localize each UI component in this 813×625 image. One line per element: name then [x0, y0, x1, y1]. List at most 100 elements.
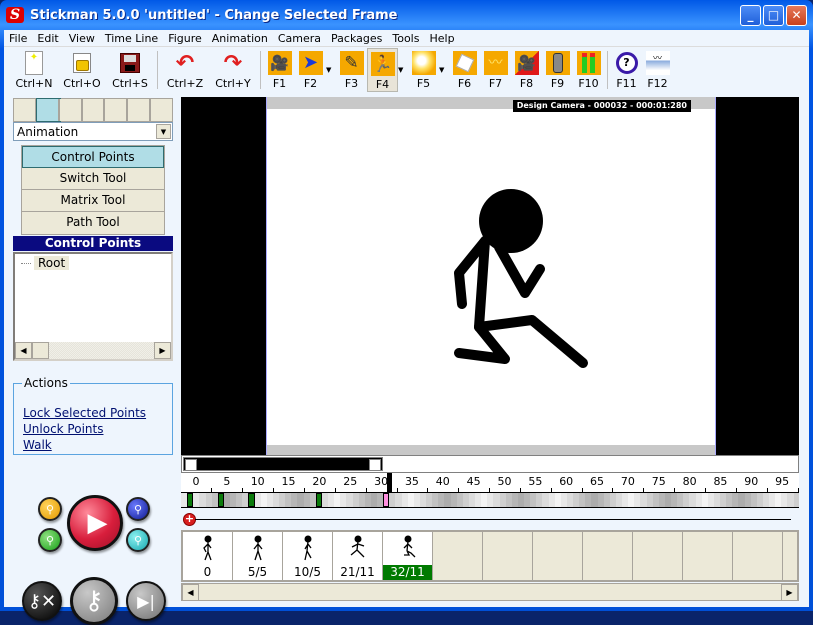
range-start-handle[interactable] [185, 459, 197, 471]
sidebar-tab[interactable] [59, 99, 83, 121]
f10-button[interactable]: F10 [573, 48, 604, 92]
sidebar-tab-active[interactable] [35, 98, 61, 122]
empty-keyframe-slot[interactable] [733, 532, 783, 580]
tool-path[interactable]: Path Tool [22, 212, 164, 234]
f3-button[interactable]: ✎ F3 [336, 48, 367, 92]
next-frame-button[interactable]: ▶| [126, 581, 166, 621]
playhead[interactable] [387, 473, 393, 492]
lock-selected-points-link[interactable]: Lock Selected Points [23, 405, 146, 421]
sidebar-tab[interactable] [14, 99, 37, 121]
zoom-orange-button[interactable]: ⚲ [38, 497, 62, 521]
menu-time-line[interactable]: Time Line [100, 32, 163, 45]
empty-keyframe-slot[interactable] [433, 532, 483, 580]
f1-button[interactable]: 🎥 F1 [264, 48, 295, 92]
scroll-thumb[interactable] [32, 342, 49, 359]
tree-item-root[interactable]: Root [21, 256, 70, 270]
menu-animation[interactable]: Animation [207, 32, 273, 45]
f8-button[interactable]: 🎥 F8 [511, 48, 542, 92]
scroll-left-icon[interactable]: ◀ [15, 342, 32, 359]
timeline-frames-strip[interactable] [181, 492, 799, 508]
f5-button[interactable]: F5 [408, 48, 439, 92]
play-button[interactable]: ▶ [67, 495, 123, 551]
f2-button[interactable]: ➤ F2 [295, 48, 326, 92]
remove-key-button[interactable]: ⚷✕ [22, 581, 62, 621]
stickman-figure[interactable] [267, 97, 717, 455]
scroll-right-icon[interactable]: ▶ [781, 584, 798, 601]
zoom-blue-button[interactable]: ⚲ [126, 497, 150, 521]
f7-label: F7 [488, 77, 503, 90]
tool-matrix[interactable]: Matrix Tool [22, 190, 164, 212]
scroll-right-icon[interactable]: ▶ [154, 342, 171, 359]
empty-keyframe-slot[interactable] [583, 532, 633, 580]
new-button[interactable]: ✦ Ctrl+N [10, 48, 58, 92]
tool-switch[interactable]: Switch Tool [22, 168, 164, 190]
empty-keyframe-slot[interactable] [783, 532, 797, 580]
tree-horizontal-scrollbar[interactable]: ◀ ▶ [15, 342, 171, 359]
menu-tools[interactable]: Tools [387, 32, 424, 45]
f4-button[interactable]: 🏃 F4 [367, 48, 398, 92]
frame-cell[interactable] [793, 493, 799, 507]
keyframes-scrollbar[interactable]: ◀ ▶ [181, 583, 799, 601]
new-label: Ctrl+N [15, 77, 53, 90]
menu-view[interactable]: View [64, 32, 100, 45]
timeline-ruler[interactable]: 0 5 10 15 20 25 30 35 40 45 50 55 60 65 70 75 80 85 90 95 [181, 473, 799, 492]
empty-keyframe-slot[interactable] [533, 532, 583, 580]
maximize-button[interactable]: □ [763, 5, 784, 26]
timeline-range-bar[interactable] [181, 455, 799, 473]
undo-button[interactable]: ↶ Ctrl+Z [161, 48, 209, 92]
f4-dropdown-arrow[interactable]: ▼ [398, 48, 408, 74]
chevron-down-icon[interactable]: ▼ [156, 124, 171, 139]
menu-camera[interactable]: Camera [273, 32, 326, 45]
menu-packages[interactable]: Packages [326, 32, 387, 45]
walk-link[interactable]: Walk [23, 437, 146, 453]
menu-edit[interactable]: Edit [32, 32, 63, 45]
f2-dropdown-arrow[interactable]: ▼ [326, 48, 336, 74]
empty-keyframe-slot[interactable] [483, 532, 533, 580]
figure-leg-back [454, 322, 510, 364]
keyframe-thumbnail[interactable]: 5/5 [233, 532, 283, 580]
sidebar-tab[interactable] [105, 99, 129, 121]
add-key-button[interactable]: ⚷ [70, 577, 118, 625]
f6-button[interactable]: F6 [449, 48, 480, 92]
menu-help[interactable]: Help [424, 32, 459, 45]
f12-label: F12 [647, 77, 668, 90]
sidebar-tab[interactable] [128, 99, 152, 121]
menu-file[interactable]: File [4, 32, 32, 45]
sidebar-tab[interactable] [151, 99, 173, 121]
movie-camera-icon: 🎥 [514, 51, 539, 75]
visible-range[interactable] [183, 457, 383, 471]
save-button[interactable]: Ctrl+S [106, 48, 154, 92]
minimize-button[interactable]: _ [740, 5, 761, 26]
f12-button[interactable]: 〰 F12 [642, 48, 673, 92]
mode-select[interactable]: Animation ▼ [13, 122, 173, 141]
redo-button[interactable]: ↷ Ctrl+Y [209, 48, 257, 92]
layer-track [195, 519, 791, 520]
tool-control-points[interactable]: Control Points [22, 146, 164, 168]
keyframe-thumbnail[interactable]: 10/5 [283, 532, 333, 580]
f5-dropdown-arrow[interactable]: ▼ [439, 48, 449, 74]
zoom-cyan-button[interactable]: ⚲ [126, 528, 150, 552]
scroll-left-icon[interactable]: ◀ [182, 584, 199, 601]
keyframe-thumbnail[interactable]: 21/11 [333, 532, 383, 580]
zoom-green-button[interactable]: ⚲ [38, 528, 62, 552]
sidebar-tab[interactable] [82, 99, 106, 121]
tick-label: 30 [374, 475, 389, 488]
range-end-handle[interactable] [369, 459, 381, 471]
f11-button[interactable]: ? F11 [611, 48, 642, 92]
keyframe-thumbnail[interactable]: 0 [183, 532, 233, 580]
f7-button[interactable]: 〰 F7 [480, 48, 511, 92]
control-points-tree[interactable]: Root ◀ ▶ [13, 252, 173, 361]
save-disk-icon [118, 51, 142, 75]
stage-canvas[interactable]: Design Camera - 000032 - 000:01:280 [266, 97, 716, 455]
empty-keyframe-slot[interactable] [633, 532, 683, 580]
title-bar[interactable]: S Stickman 5.0.0 'untitled' - Change Sel… [0, 0, 813, 30]
f9-button[interactable]: F9 [542, 48, 573, 92]
actions-group: Actions Lock Selected Points Unlock Poin… [13, 376, 173, 455]
open-button[interactable]: Ctrl+O [58, 48, 106, 92]
keyframe-thumbnail[interactable]: 32/11 [383, 532, 433, 580]
menu-figure[interactable]: Figure [163, 32, 207, 45]
keyframe-label: 32/11 [383, 565, 432, 580]
close-button[interactable]: ✕ [786, 5, 807, 26]
empty-keyframe-slot[interactable] [683, 532, 733, 580]
unlock-points-link[interactable]: Unlock Points [23, 421, 146, 437]
